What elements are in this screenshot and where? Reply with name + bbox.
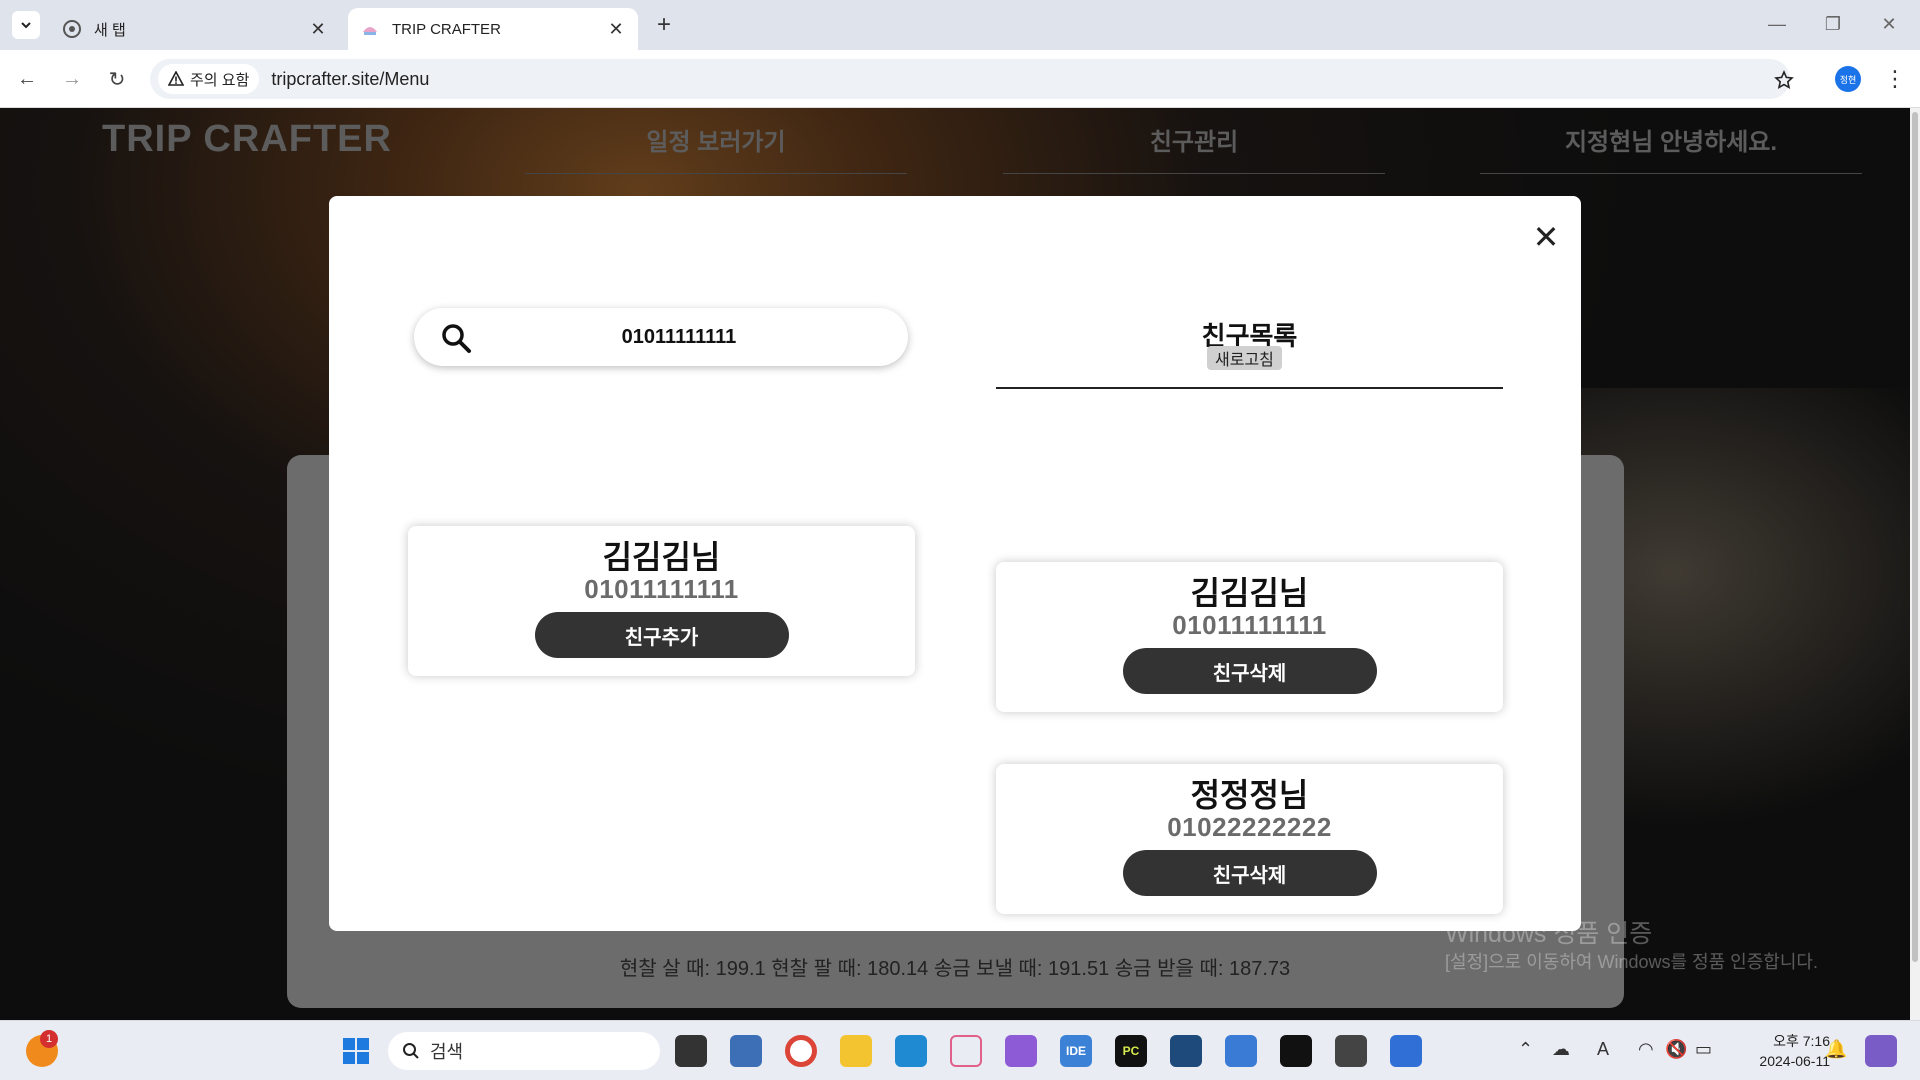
security-chip-label: 주의 요함: [190, 71, 250, 89]
friend-search-box: [414, 308, 908, 366]
taskbar-search[interactable]: 검색: [388, 1032, 660, 1070]
friend-name: 정정정님: [1190, 777, 1309, 813]
file-explorer-icon[interactable]: [840, 1035, 872, 1067]
friend-name: 김김김님: [602, 539, 721, 575]
tab-title: TRIP CRAFTER: [392, 20, 501, 38]
copilot-icon[interactable]: [1865, 1035, 1897, 1067]
search-result-card: 김김김님 01011111111 친구추가: [408, 526, 915, 676]
tab-strip: 새 탭 ✕ TRIP CRAFTER ✕ + — ❐ ✕: [0, 0, 1920, 50]
ide-icon[interactable]: IDE: [1060, 1035, 1092, 1067]
chrome-icon[interactable]: [785, 1035, 817, 1067]
tab-title: 새 탭: [94, 21, 126, 39]
browser-toolbar: ← → ↻ 주의 요함 tripcrafter.site/Menu 정현 ⋮: [0, 50, 1920, 108]
clock-date: 2024-06-11: [1759, 1053, 1830, 1069]
friend-phone: 01011111111: [1172, 610, 1327, 640]
search-icon[interactable]: [440, 322, 472, 354]
workbench-icon[interactable]: [1170, 1035, 1202, 1067]
page-background: TRIP CRAFTER 일정 보러가기 친구관리 지정현님 안녕하세요. 현찰…: [0, 108, 1910, 1020]
reload-icon[interactable]: ↻: [102, 64, 132, 94]
tab-trip-crafter[interactable]: TRIP CRAFTER ✕: [348, 8, 638, 50]
pycharm-icon[interactable]: PC: [1115, 1035, 1147, 1067]
notification-badge: 1: [40, 1030, 58, 1048]
system-clock[interactable]: 오후 7:16 2024-06-11: [1740, 1031, 1830, 1071]
taskbar-search-placeholder: 검색: [430, 1042, 464, 1062]
close-icon[interactable]: ✕: [1529, 219, 1563, 255]
tab-search-button[interactable]: [12, 11, 40, 39]
friend-phone: 01022222222: [1167, 812, 1332, 842]
wifi-icon[interactable]: ◠: [1638, 1039, 1654, 1060]
terminal-icon[interactable]: [1280, 1035, 1312, 1067]
cloud-offline-icon[interactable]: ☁: [1552, 1039, 1570, 1060]
divider: [996, 387, 1503, 389]
volume-muted-icon[interactable]: 🔇: [1665, 1039, 1687, 1060]
warning-icon: [168, 71, 184, 86]
new-tab-button[interactable]: +: [650, 11, 678, 39]
activation-watermark-title: Windows 정품 인증: [1445, 920, 1653, 948]
document-icon[interactable]: [1390, 1035, 1422, 1067]
friend-phone: 01011111111: [584, 574, 739, 604]
add-friend-button[interactable]: 친구추가: [534, 612, 789, 658]
close-icon[interactable]: ✕: [308, 19, 328, 39]
ime-icon[interactable]: A: [1597, 1039, 1609, 1060]
visual-studio-icon[interactable]: [1005, 1035, 1037, 1067]
forward-icon[interactable]: →: [57, 64, 87, 94]
windows-taskbar: 1 검색 IDE PC ⌃ ☁ A ◠ 🔇 ▭ 오후 7:16 2024-06-…: [0, 1020, 1920, 1080]
chevron-up-icon[interactable]: ⌃: [1518, 1039, 1533, 1060]
search-icon: [403, 1043, 419, 1059]
menu-kebab-icon[interactable]: ⋮: [1880, 64, 1910, 94]
address-bar[interactable]: 주의 요함 tripcrafter.site/Menu: [150, 59, 1790, 99]
delete-friend-button[interactable]: 친구삭제: [1122, 850, 1377, 896]
delete-friend-button[interactable]: 친구삭제: [1122, 648, 1377, 694]
chrome-icon: [62, 19, 82, 39]
search-input[interactable]: [484, 317, 874, 357]
chevron-down-icon: [21, 22, 31, 29]
window-close-icon[interactable]: ✕: [1866, 8, 1912, 40]
bookmark-star-icon[interactable]: [1768, 64, 1800, 96]
friend-card: 김김김님 01011111111 친구삭제: [996, 562, 1503, 712]
vscode-icon[interactable]: [895, 1035, 927, 1067]
start-windows-icon[interactable]: [340, 1035, 372, 1067]
page-scrollbar[interactable]: [1910, 108, 1920, 1020]
minimize-icon[interactable]: —: [1754, 8, 1800, 40]
friend-card: 정정정님 01022222222 친구삭제: [996, 764, 1503, 914]
task-view-icon[interactable]: [675, 1035, 707, 1067]
scrollbar-thumb[interactable]: [1912, 112, 1918, 962]
refresh-button[interactable]: 새로고침: [1207, 346, 1282, 370]
hangul-icon[interactable]: [1225, 1035, 1257, 1067]
remote-desktop-icon[interactable]: [730, 1035, 762, 1067]
console-icon[interactable]: [1335, 1035, 1367, 1067]
clock-time: 오후 7:16: [1773, 1033, 1830, 1049]
friend-name: 김김김님: [1190, 575, 1309, 611]
friend-management-modal: ✕ 김김김님 01011111111 친구추가 친구목록 새로고침 김김김님 0…: [329, 196, 1581, 931]
security-chip[interactable]: 주의 요함: [158, 64, 260, 94]
activation-watermark-text: [설정]으로 이동하여 Windows를 정품 인증합니다.: [1445, 952, 1818, 972]
restore-icon[interactable]: ❐: [1810, 8, 1856, 40]
battery-icon[interactable]: ▭: [1695, 1039, 1712, 1060]
profile-avatar[interactable]: 정현: [1835, 66, 1861, 92]
url-text: tripcrafter.site/Menu: [271, 68, 430, 89]
site-favicon-icon: [360, 19, 380, 39]
back-icon[interactable]: ←: [12, 64, 42, 94]
notification-bell-icon[interactable]: 🔔: [1825, 1039, 1847, 1060]
tab-new-tab[interactable]: 새 탭 ✕: [50, 8, 340, 50]
close-icon[interactable]: ✕: [606, 19, 626, 39]
snipping-tool-icon[interactable]: [950, 1035, 982, 1067]
